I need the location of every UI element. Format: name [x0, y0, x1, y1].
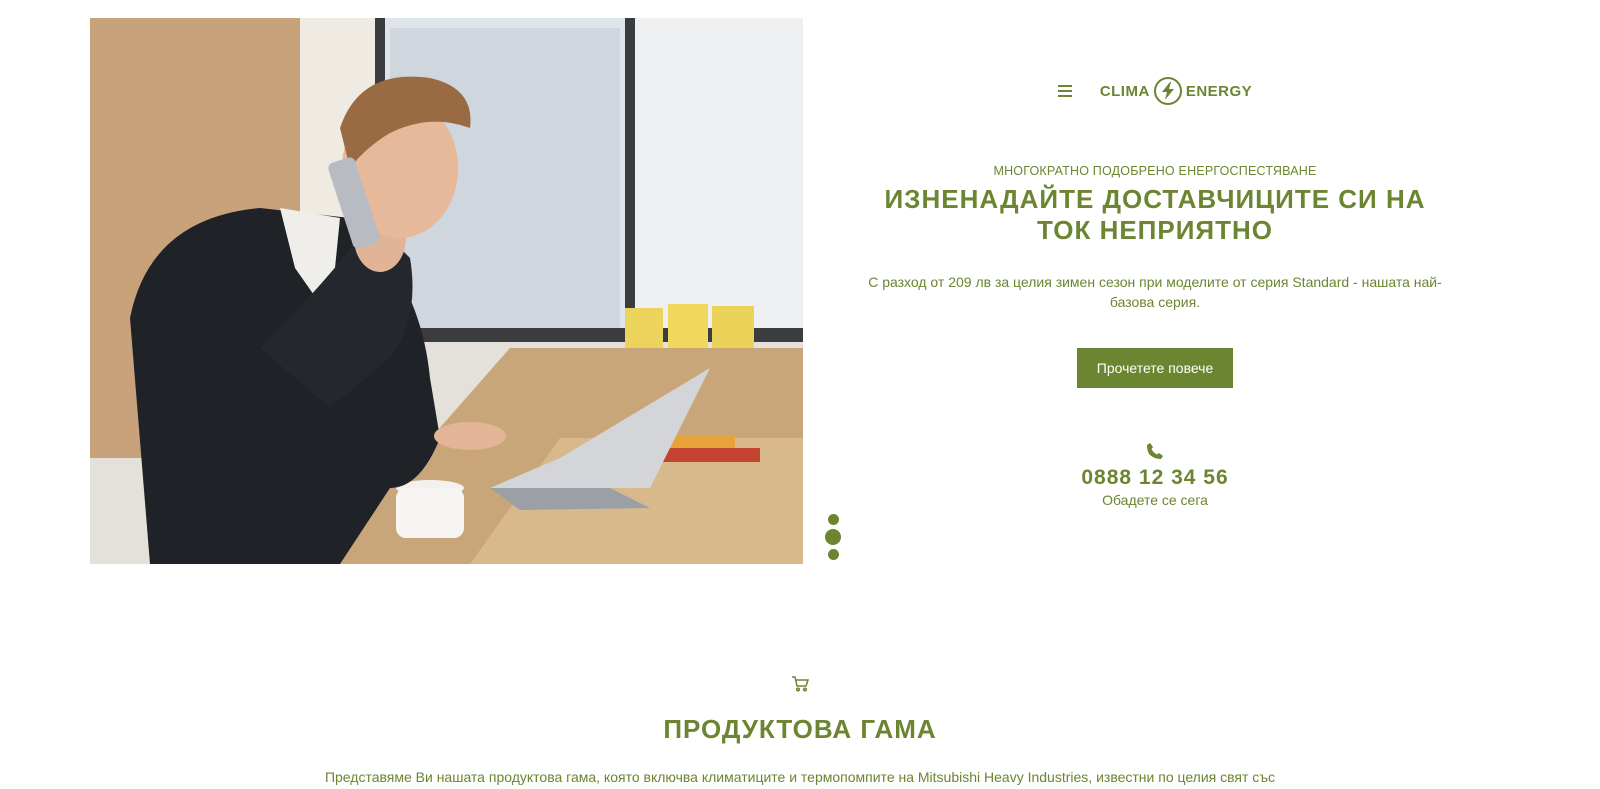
header-bar: CLIMA ENERGY: [850, 70, 1460, 112]
slider-dot-2-active[interactable]: [825, 529, 841, 545]
hamburger-icon[interactable]: [1057, 85, 1072, 97]
read-more-button[interactable]: Прочетете повече: [1076, 348, 1234, 388]
hero-eyebrow: МНОГОКРАТНО ПОДОБРЕНО ЕНЕРГОСПЕСТЯВАНЕ: [993, 164, 1317, 178]
hero-content: CLIMA ENERGY МНОГОКРАТНО ПОДОБРЕНО ЕНЕРГ…: [850, 70, 1460, 508]
hero-lead: С разход от 209 лв за целия зимен сезон …: [868, 274, 1442, 310]
site-logo[interactable]: CLIMA ENERGY: [1100, 77, 1252, 105]
lightning-bolt-icon: [1153, 77, 1182, 105]
products-intro: Представяме Ви нашата продуктова гама, к…: [324, 769, 1276, 785]
logo-text-right: ENERGY: [1185, 82, 1253, 100]
phone-caption: Обадете се сега: [1102, 492, 1208, 508]
logo-text-left: CLIMA: [1099, 82, 1150, 100]
slider-dot-3[interactable]: [827, 549, 839, 560]
products-section: ПРОДУКТОВА ГАМА Представяме Ви нашата пр…: [0, 676, 1600, 787]
products-title: ПРОДУКТОВА ГАМА: [663, 714, 937, 744]
hero-image: [90, 18, 803, 564]
phone-number[interactable]: 0888 12 34 56: [850, 466, 1460, 490]
hero-headline: ИЗНЕНАДАЙТЕ ДОСТАВЧИЦИТЕ СИ НА ТОК НЕПРИ…: [884, 184, 1426, 245]
slider-dot-1[interactable]: [827, 514, 839, 525]
slider-dots: [824, 514, 842, 560]
phone-icon: [1146, 442, 1164, 460]
cart-icon: [791, 676, 810, 692]
